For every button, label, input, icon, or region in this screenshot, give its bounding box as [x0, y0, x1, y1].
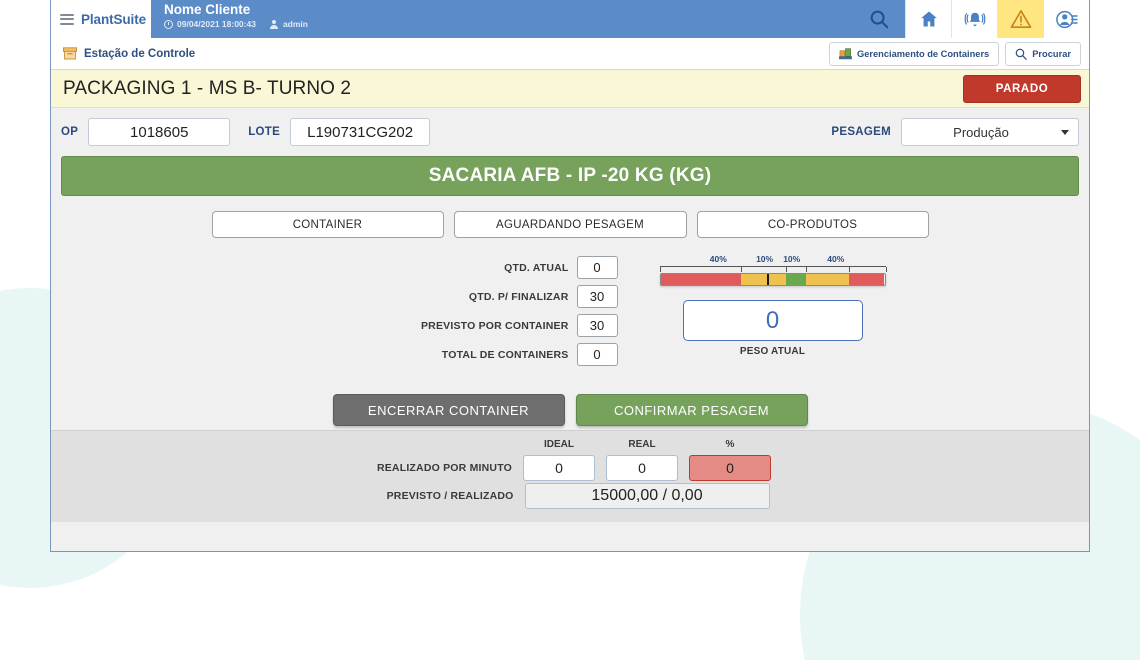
pesagem-select[interactable]: Produção [901, 118, 1079, 146]
gauge-label-0: 40% [709, 254, 727, 264]
user-display: admin [270, 19, 308, 29]
tab-bar: CONTAINER AGUARDANDO PESAGEM CO-PRODUTOS [61, 211, 1079, 238]
breadcrumb[interactable]: Estação de Controle [63, 47, 195, 60]
tolerance-gauge: 40% 10% 10% 40% [659, 254, 887, 286]
main-content: OP 1018605 LOTE L190731CG202 PESAGEM Pro… [51, 108, 1089, 430]
list-item: PREVISTO POR CONTAINER 30 [223, 314, 618, 337]
top-navigation-bar: PlantSuite Nome Cliente 09/04/2021 18:00… [51, 0, 1089, 38]
containers-icon [839, 47, 852, 59]
previsto-realizado-value: 15000,00 / 0,00 [524, 483, 770, 509]
realizado-real-value: 0 [606, 455, 678, 481]
qtd-atual-label: QTD. ATUAL [504, 261, 569, 274]
breadcrumb-label: Estação de Controle [84, 47, 196, 60]
weight-area: 40% 10% 10% 40% 0 PESO ATUAL [618, 254, 918, 372]
user-name: admin [282, 19, 308, 29]
pesagem-selected-value: Produção [953, 124, 1009, 140]
gauge-label-2: 10% [783, 254, 801, 264]
datetime-text: 09/04/2021 18:00:43 [177, 19, 256, 29]
container-management-button[interactable]: Gerenciamento de Containers [828, 41, 1000, 66]
gauge-label-3: 40% [827, 254, 845, 264]
metrics-footer: IDEAL REAL % REALIZADO POR MINUTO 0 0 0 … [51, 430, 1089, 522]
total-containers-label: TOTAL DE CONTAINERS [441, 348, 569, 361]
qtd-atual-value[interactable]: 0 [576, 256, 618, 279]
top-icon-group [853, 0, 1089, 38]
application-window: PlantSuite Nome Cliente 09/04/2021 18:00… [50, 0, 1090, 552]
brand-area: PlantSuite [51, 0, 151, 38]
col-header-pct: % [725, 439, 735, 450]
op-label: OP [61, 126, 79, 138]
brand-name: PlantSuite [81, 11, 147, 27]
client-name: Nome Cliente [164, 2, 251, 17]
confirmar-pesagem-button[interactable]: CONFIRMAR PESAGEM [575, 394, 808, 426]
chevron-down-icon [1061, 129, 1069, 135]
list-item: QTD. ATUAL 0 [223, 256, 618, 279]
previsto-container-value[interactable]: 30 [576, 314, 618, 337]
previsto-container-label: PREVISTO POR CONTAINER [420, 319, 569, 332]
page-title-bar: PACKAGING 1 - MS B- TURNO 2 PARADO [51, 70, 1089, 108]
op-input[interactable]: 1018605 [88, 118, 231, 146]
page-title: PACKAGING 1 - MS B- TURNO 2 [63, 77, 352, 99]
list-item: TOTAL DE CONTAINERS 0 [223, 343, 618, 366]
datetime-display: 09/04/2021 18:00:43 [164, 19, 256, 29]
pesagem-label: PESAGEM [831, 126, 891, 138]
clock-icon [164, 19, 173, 29]
realizado-ideal-value: 0 [523, 455, 595, 481]
tab-aguardando-pesagem[interactable]: AGUARDANDO PESAGEM [453, 211, 687, 238]
realizado-por-minuto-label: REALIZADO POR MINUTO [376, 462, 512, 474]
container-management-label: Gerenciamento de Containers [856, 48, 990, 59]
order-row: OP 1018605 LOTE L190731CG202 PESAGEM Pro… [61, 117, 1079, 147]
lote-input[interactable]: L190731CG202 [290, 118, 431, 146]
previsto-realizado-label: PREVISTO / REALIZADO [386, 490, 514, 502]
realizado-pct-value: 0 [689, 455, 771, 481]
breadcrumb-bar: Estação de Controle Gerenciamento de Con… [51, 38, 1089, 70]
qtd-finalizar-value[interactable]: 30 [576, 285, 618, 308]
table-row: REALIZADO POR MINUTO 0 0 0 [51, 455, 1089, 481]
table-row: PREVISTO / REALIZADO 15000,00 / 0,00 [51, 483, 1089, 509]
gauge-needle [767, 274, 770, 285]
lote-label: LOTE [248, 126, 281, 138]
search-button[interactable]: Procurar [1005, 41, 1081, 66]
qtd-finalizar-label: QTD. P/ FINALIZAR [468, 290, 569, 303]
tab-container[interactable]: CONTAINER [211, 211, 444, 238]
tab-co-produtos[interactable]: CO-PRODUTOS [696, 211, 929, 238]
client-info: Nome Cliente 09/04/2021 18:00:43 admin [151, 0, 853, 38]
measurement-area: QTD. ATUAL 0 QTD. P/ FINALIZAR 30 PREVIS… [61, 254, 1079, 372]
warning-icon[interactable] [997, 0, 1043, 38]
search-icon [1015, 48, 1027, 60]
encerrar-container-button[interactable]: ENCERRAR CONTAINER [332, 394, 565, 426]
search-icon[interactable] [853, 0, 905, 38]
product-banner: SACARIA AFB - IP -20 KG (KG) [61, 156, 1079, 196]
bell-icon[interactable] [951, 0, 997, 38]
peso-atual-label: PESO ATUAL [739, 346, 806, 357]
box-icon [63, 47, 77, 60]
gauge-ticks [659, 266, 887, 272]
gauge-labels: 40% 10% 10% 40% [660, 254, 886, 265]
user-account-icon[interactable] [1043, 0, 1089, 38]
gauge-bar [659, 273, 886, 286]
col-header-real: REAL [628, 439, 656, 450]
col-header-ideal: IDEAL [544, 439, 574, 450]
list-item: QTD. P/ FINALIZAR 30 [223, 285, 618, 308]
gauge-label-1: 10% [756, 254, 774, 264]
home-icon[interactable] [905, 0, 951, 38]
search-button-label: Procurar [1032, 48, 1071, 59]
user-icon [270, 19, 279, 29]
action-buttons: ENCERRAR CONTAINER CONFIRMAR PESAGEM [61, 394, 1079, 426]
status-badge[interactable]: PARADO [963, 74, 1081, 103]
quantities-list: QTD. ATUAL 0 QTD. P/ FINALIZAR 30 PREVIS… [223, 254, 618, 372]
peso-atual-display: 0 [682, 300, 863, 341]
total-containers-value[interactable]: 0 [576, 343, 618, 366]
metrics-header-row: IDEAL REAL % [51, 439, 1089, 453]
hamburger-icon[interactable] [60, 13, 74, 25]
